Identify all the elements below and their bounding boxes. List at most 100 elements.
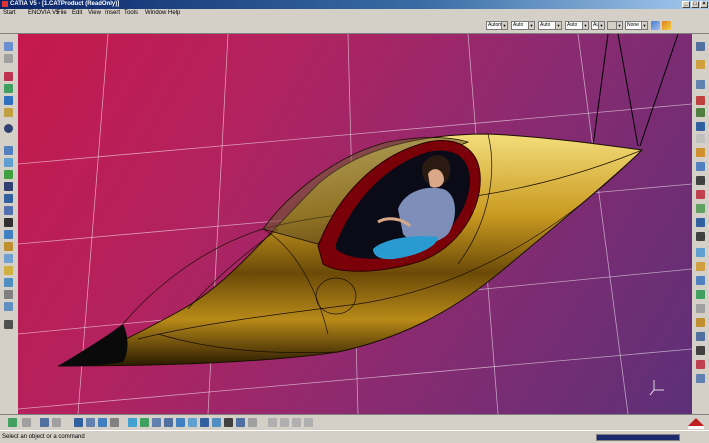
chevron-down-icon: ▼ <box>555 22 561 29</box>
3d-viewport[interactable] <box>18 34 692 414</box>
menu-help[interactable]: Help <box>168 10 180 16</box>
title-bar: CATIA V5 - [1.CATProduct (ReadOnly)] _ □… <box>0 0 709 9</box>
catia-app-icon[interactable] <box>2 1 8 7</box>
menu-start[interactable]: Start <box>3 10 16 16</box>
shading-icon[interactable] <box>152 418 161 427</box>
hide-icon[interactable] <box>200 418 209 427</box>
combo-linetype[interactable]: Auto ▼ <box>538 21 562 30</box>
wrench-icon[interactable] <box>4 42 13 51</box>
explode-icon[interactable] <box>696 176 705 185</box>
constraint-icon[interactable] <box>4 170 13 179</box>
sketcher-icon[interactable] <box>696 42 705 51</box>
suspension-wires <box>592 34 679 147</box>
painter-icon[interactable] <box>662 21 671 30</box>
delete-icon[interactable] <box>304 418 313 427</box>
pan-icon[interactable] <box>86 418 95 427</box>
light-icon[interactable] <box>696 276 705 285</box>
section-icon[interactable] <box>696 204 705 213</box>
swap-icon[interactable] <box>212 418 221 427</box>
axis-icon[interactable] <box>4 278 13 287</box>
command-input[interactable] <box>596 434 680 441</box>
spiral-icon[interactable] <box>4 124 13 133</box>
combo-layer[interactable]: None ▼ <box>625 21 648 30</box>
table-icon[interactable] <box>4 182 13 191</box>
fix-icon[interactable] <box>696 108 705 117</box>
undo-icon[interactable] <box>8 418 17 427</box>
render-icon[interactable] <box>4 242 13 251</box>
layer-icon[interactable] <box>224 418 233 427</box>
paste-icon[interactable] <box>292 418 301 427</box>
fly-icon[interactable] <box>176 418 185 427</box>
catalog-icon[interactable] <box>696 346 705 355</box>
combo-lineweight[interactable]: Auto ▼ <box>565 21 589 30</box>
copy-icon[interactable] <box>280 418 289 427</box>
zoom-out-icon[interactable] <box>164 418 173 427</box>
pad-icon[interactable] <box>4 84 13 93</box>
product-icon[interactable] <box>696 122 705 131</box>
menu-bar: Start ENOVIA V5 File Edit View Insert To… <box>0 9 709 18</box>
left-toolbar <box>0 34 18 414</box>
camera-icon[interactable] <box>4 254 13 263</box>
menu-tools[interactable]: Tools <box>124 10 138 16</box>
render-icon[interactable] <box>696 318 705 327</box>
fit-all-icon[interactable] <box>74 418 83 427</box>
menu-edit[interactable]: Edit <box>72 10 82 16</box>
point-icon[interactable] <box>696 96 705 105</box>
environment-icon[interactable] <box>696 290 705 299</box>
scene-icon[interactable] <box>4 230 13 239</box>
sketch-icon[interactable] <box>4 72 13 81</box>
minimize-button[interactable]: _ <box>682 1 690 8</box>
chevron-down-icon: ▼ <box>616 22 622 29</box>
maximize-button[interactable]: □ <box>691 1 699 8</box>
combo-point[interactable]: Aut ▼ <box>591 21 605 30</box>
scene-icon[interactable] <box>696 248 705 257</box>
ortho-icon[interactable] <box>236 418 245 427</box>
grid-icon[interactable] <box>4 194 13 203</box>
menu-insert[interactable]: Insert <box>105 10 120 16</box>
part-icon[interactable] <box>696 134 705 143</box>
snap-icon[interactable] <box>696 162 705 171</box>
cut-icon[interactable] <box>268 418 277 427</box>
texture-icon[interactable] <box>696 374 705 383</box>
fog-icon[interactable] <box>40 418 49 427</box>
menu-enovia[interactable]: ENOVIA V5 <box>28 10 59 16</box>
zoom-window-icon[interactable] <box>52 418 61 427</box>
cube-icon[interactable] <box>4 206 13 215</box>
combo-color[interactable]: Automa ▼ <box>486 21 508 30</box>
distance-icon[interactable] <box>696 218 705 227</box>
line-icon[interactable] <box>696 80 705 89</box>
perspective-icon[interactable] <box>248 418 257 427</box>
lamp-icon[interactable] <box>4 218 13 227</box>
assembly-icon[interactable] <box>4 158 13 167</box>
close-button[interactable]: × <box>700 1 708 8</box>
viewpoint-icon[interactable] <box>696 262 705 271</box>
redo-icon[interactable] <box>22 418 31 427</box>
pocket-icon[interactable] <box>4 96 13 105</box>
brush-icon[interactable] <box>4 302 13 311</box>
material-icon[interactable] <box>696 360 705 369</box>
shaft-icon[interactable] <box>4 108 13 117</box>
annotation-icon[interactable] <box>696 232 705 241</box>
menu-file[interactable]: File <box>57 10 67 16</box>
iso-view-icon[interactable] <box>140 418 149 427</box>
gear-icon[interactable] <box>4 146 13 155</box>
turntable-icon[interactable] <box>696 304 705 313</box>
shooting-icon[interactable] <box>696 332 705 341</box>
measure-icon[interactable] <box>4 290 13 299</box>
zoom-in-icon[interactable] <box>110 418 119 427</box>
normal-view-icon[interactable] <box>128 418 137 427</box>
rotate-icon[interactable] <box>98 418 107 427</box>
menu-view[interactable]: View <box>88 10 101 16</box>
ruler-icon[interactable] <box>4 320 13 329</box>
view-mode-icon[interactable] <box>188 418 197 427</box>
scene-svg <box>18 34 692 414</box>
light-icon[interactable] <box>4 266 13 275</box>
clash-icon[interactable] <box>696 190 705 199</box>
pin-icon[interactable] <box>4 54 13 63</box>
menu-window[interactable]: Window <box>145 10 166 16</box>
right-toolbar <box>692 34 709 414</box>
move-icon[interactable] <box>696 148 705 157</box>
properties-icon[interactable] <box>651 21 660 30</box>
combo-transparency[interactable]: Auto ▼ <box>511 21 535 30</box>
plane-icon[interactable] <box>696 60 705 69</box>
